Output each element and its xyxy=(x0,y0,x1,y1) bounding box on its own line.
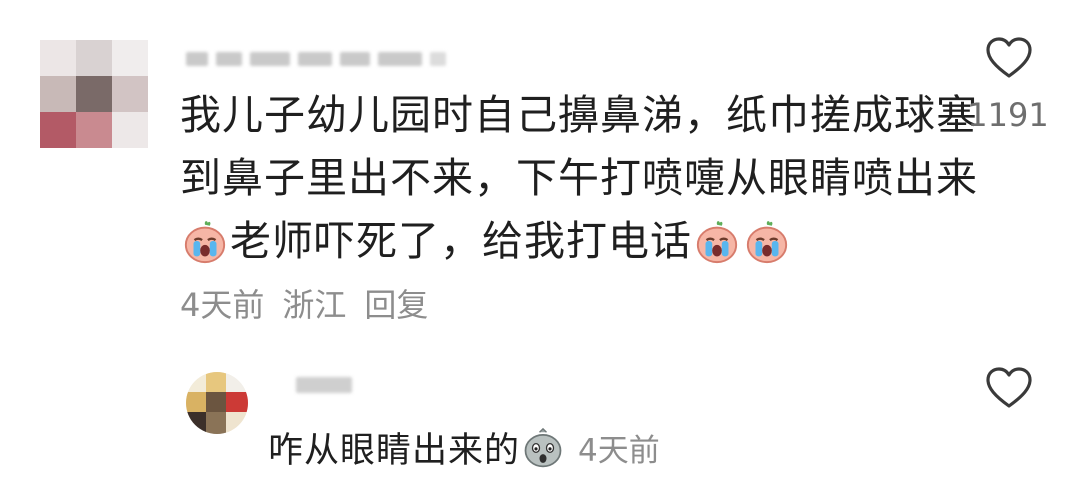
loudly-crying-face-emoji-icon xyxy=(184,220,226,263)
reply-button[interactable]: 回复 xyxy=(364,280,428,326)
comment-meta: 4天前 浙江 回复 xyxy=(180,280,428,326)
comment-line: 我儿子幼儿园时自己擤鼻涕，纸巾搓成球塞 xyxy=(180,91,978,139)
like-count: 1191 xyxy=(967,96,1049,134)
commenter-username-blurred[interactable] xyxy=(186,50,446,68)
reply-text: 咋从眼睛出来的 xyxy=(268,431,521,471)
heart-icon[interactable] xyxy=(985,36,1033,80)
comment-text: 我儿子幼儿园时自己擤鼻涕，纸巾搓成球塞 到鼻子里出不来，下午打喷嚏从眼睛喷出来 … xyxy=(180,84,978,273)
heart-icon[interactable] xyxy=(985,366,1033,410)
replier-username-blurred[interactable] xyxy=(296,376,352,394)
replier-avatar[interactable] xyxy=(186,372,248,434)
reply-time: 4天前 xyxy=(578,433,660,469)
comment-time: 4天前 xyxy=(180,286,265,324)
loudly-crying-face-emoji-icon xyxy=(696,220,738,263)
commenter-avatar[interactable] xyxy=(40,40,148,148)
comment-location: 浙江 xyxy=(282,286,347,324)
comment-line-with-emoji: 老师吓死了，给我打电话 xyxy=(180,210,978,273)
reply-text-row: 咋从眼睛出来的 4天前 xyxy=(268,422,660,473)
comment-line: 到鼻子里出不来，下午打喷嚏从眼睛喷出来 xyxy=(180,154,978,202)
comment-line: 老师吓死了，给我打电话 xyxy=(230,217,692,265)
shocked-face-emoji-icon xyxy=(524,427,562,467)
loudly-crying-face-emoji-icon xyxy=(746,220,788,263)
